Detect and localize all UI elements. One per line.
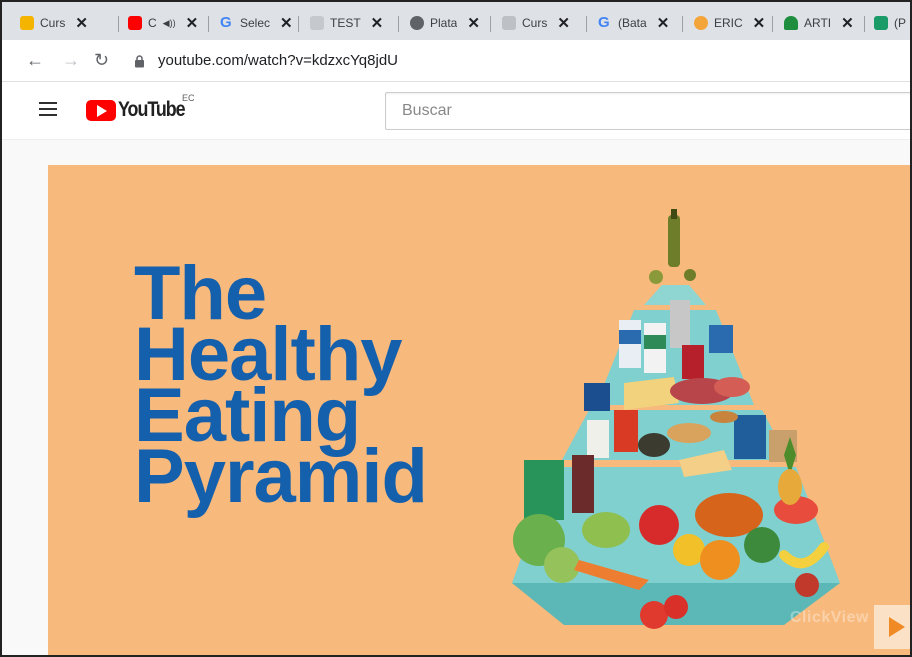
tab-google-selec[interactable]: G Selec ✕ [214,8,299,38]
tab-plata[interactable]: Plata ✕ [404,8,486,38]
back-arrow-icon[interactable]: ← [26,50,44,71]
eric-icon [694,16,708,30]
close-icon[interactable]: ✕ [657,14,670,32]
country-code: EC [182,93,195,103]
r-icon [874,16,888,30]
close-icon[interactable]: ✕ [75,14,88,32]
audio-icon[interactable]: ◀)) [163,18,176,29]
menu-icon[interactable] [39,102,57,116]
video-player[interactable]: The Healthy Eating Pyramid ClickView [48,165,910,655]
close-icon[interactable]: ✕ [186,14,199,32]
forward-arrow-icon[interactable]: → [62,50,80,71]
forms-icon [310,16,324,30]
search-box[interactable] [385,92,910,130]
play-button-icon[interactable] [874,605,910,649]
flag-icon [20,16,34,30]
tab-test[interactable]: TEST ✕ [304,8,389,38]
close-icon[interactable]: ✕ [467,14,480,32]
tab-p[interactable]: (P [868,8,910,38]
doc-icon [502,16,516,30]
tab-arti[interactable]: ARTI ✕ [778,8,860,38]
tree-icon [784,16,798,30]
youtube-logo[interactable]: YouTube [86,98,196,122]
browser-window: Curs ✕ C ◀)) ✕ G Selec ✕ TEST ✕ Plata ✕ [0,0,912,657]
food-pyramid-illustration [512,209,840,629]
youtube-icon [128,16,142,30]
google-icon: G [598,14,610,31]
tab-youtube[interactable]: C ◀)) ✕ [122,8,204,38]
search-input[interactable] [386,93,910,129]
tab-google-bata[interactable]: G (Bata ✕ [592,8,675,38]
google-icon: G [220,14,232,31]
youtube-wordmark: YouTube [118,98,186,121]
tab-strip: Curs ✕ C ◀)) ✕ G Selec ✕ TEST ✕ Plata ✕ [2,0,910,40]
title-line-4: Pyramid [134,434,428,519]
video-title-card: The Healthy Eating Pyramid [134,256,428,519]
tab-cursos-2[interactable]: Curs ✕ [496,8,576,38]
tab-eric[interactable]: ERIC ✕ [688,8,771,38]
tab-cursos[interactable]: Curs ✕ [14,8,94,38]
close-icon[interactable]: ✕ [371,14,384,32]
close-icon[interactable]: ✕ [841,14,854,32]
close-icon[interactable]: ✕ [753,14,766,32]
youtube-play-icon [86,99,116,121]
close-icon[interactable]: ✕ [557,14,570,32]
reload-icon[interactable]: ↻ [94,50,109,71]
globe-icon [410,16,424,30]
clickview-watermark: ClickView [790,609,869,626]
address-bar-url[interactable]: youtube.com/watch?v=kdzxcYq8jdU [158,52,398,69]
close-icon[interactable]: ✕ [280,14,293,32]
lock-icon[interactable] [134,55,145,68]
